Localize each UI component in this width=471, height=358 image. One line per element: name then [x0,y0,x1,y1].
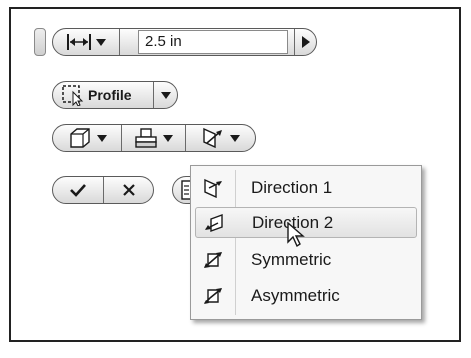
profile-button[interactable]: Profile [53,82,153,108]
menu-item-asymmetric[interactable]: Asymmetric [195,280,417,311]
chevron-down-icon [160,91,171,99]
menu-item-label: Direction 1 [251,177,333,197]
toolbar-grip-handle[interactable] [34,28,46,56]
ok-button[interactable] [53,177,103,203]
close-icon [122,184,135,196]
symmetric-icon [204,251,222,268]
cancel-button[interactable] [103,177,153,203]
direction-2-icon [205,213,223,232]
profile-selector: Profile [52,81,178,109]
distance-value-input[interactable]: 2.5 in [138,30,288,54]
options-toolbar [52,124,256,152]
join-operation-icon [135,128,157,148]
chevron-down-icon [230,134,240,142]
arrow-right-icon [301,36,310,48]
menu-item-label: Symmetric [251,249,332,269]
direction-dropdown[interactable] [185,125,255,151]
chevron-down-icon [96,38,106,46]
ok-cancel-group [52,176,154,204]
extents-dropdown[interactable] [53,29,119,55]
apply-arrow-button[interactable] [294,29,316,55]
asymmetric-icon [204,287,222,304]
profile-select-icon [62,85,84,106]
direction-icon [203,127,222,149]
menu-item-symmetric[interactable]: Symmetric [195,244,417,275]
mouse-pointer-icon [287,222,305,248]
menu-item-direction-1[interactable]: Direction 1 [195,172,417,203]
operation-dropdown[interactable] [121,125,185,151]
solid-output-icon [69,128,90,148]
distance-extents-icon [67,34,91,50]
chevron-down-icon [163,134,173,142]
profile-label: Profile [88,87,132,103]
profile-dropdown[interactable] [153,82,177,108]
checkmark-icon [70,184,86,197]
chevron-down-icon [96,134,107,142]
direction-1-icon [204,178,222,198]
menu-item-label: Asymmetric [251,285,340,305]
output-dropdown[interactable] [53,125,121,151]
